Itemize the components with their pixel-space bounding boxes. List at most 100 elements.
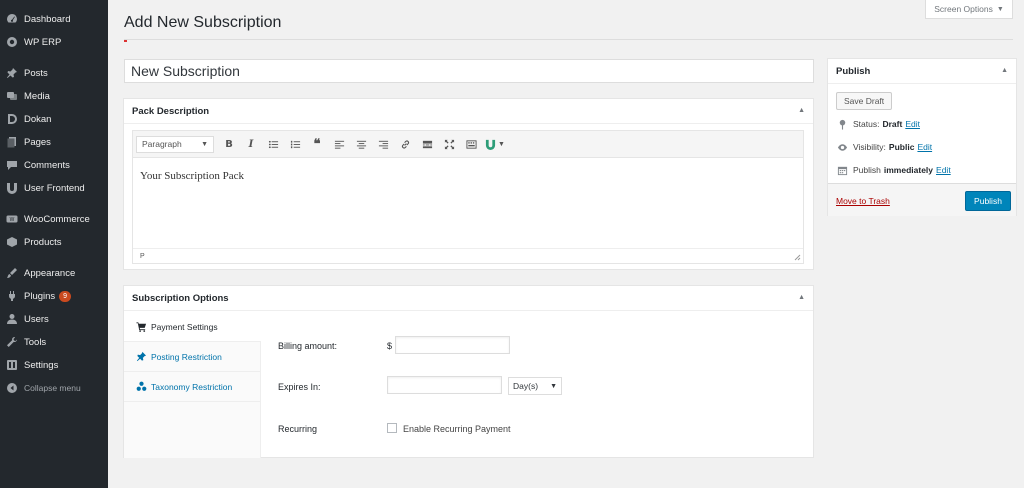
plugins-icon bbox=[6, 290, 18, 302]
currency-symbol: $ bbox=[387, 341, 393, 351]
format-select-value: Paragraph bbox=[142, 139, 182, 149]
status-row: Status: Draft Edit bbox=[836, 118, 920, 130]
status-label: Status: bbox=[853, 119, 880, 129]
title-divider bbox=[124, 39, 1013, 40]
expires-in-input[interactable] bbox=[387, 376, 502, 394]
svg-text:W: W bbox=[10, 217, 15, 223]
sidebar-item-plugins[interactable]: Plugins 9 bbox=[0, 285, 108, 307]
users-icon bbox=[6, 313, 18, 325]
page-title: Add New Subscription bbox=[124, 14, 282, 31]
link-icon[interactable] bbox=[394, 134, 416, 154]
bullet-list-icon[interactable] bbox=[262, 134, 284, 154]
publish-heading: Publish bbox=[836, 65, 871, 77]
sidebar-item-tools[interactable]: Tools bbox=[0, 331, 108, 353]
collapse-icon bbox=[6, 382, 18, 394]
sidebar-item-settings[interactable]: Settings bbox=[0, 354, 108, 376]
toolbar-toggle-icon[interactable] bbox=[460, 134, 482, 154]
status-value: Draft bbox=[882, 119, 903, 129]
tab-label: Payment Settings bbox=[151, 321, 218, 332]
editor-toolbar: Paragraph ▼ B I ❝ ▼ bbox=[133, 131, 803, 158]
publish-header[interactable]: Publish ▲ bbox=[828, 59, 1016, 84]
sidebar-item-appearance[interactable]: Appearance bbox=[0, 262, 108, 284]
resize-handle-icon[interactable] bbox=[794, 254, 801, 261]
pack-description-header[interactable]: Pack Description ▲ bbox=[124, 99, 813, 124]
sidebar-item-label: Dokan bbox=[24, 113, 52, 125]
sidebar-item-dokan[interactable]: Dokan bbox=[0, 108, 108, 130]
expires-unit-value: Day(s) bbox=[513, 381, 539, 391]
billing-amount-label: Billing amount: bbox=[278, 341, 338, 351]
enable-recurring-checkbox[interactable] bbox=[387, 423, 397, 433]
dokan-icon bbox=[6, 113, 18, 125]
expires-unit-select[interactable]: Day(s) ▼ bbox=[508, 377, 562, 395]
sidebar-item-label: Comments bbox=[24, 159, 70, 171]
woocommerce-icon: W bbox=[6, 213, 18, 225]
sidebar-item-products[interactable]: Products bbox=[0, 231, 108, 253]
align-center-icon[interactable] bbox=[350, 134, 372, 154]
tab-label: Posting Restriction bbox=[151, 351, 222, 362]
format-select[interactable]: Paragraph ▼ bbox=[136, 135, 214, 153]
comments-icon bbox=[6, 159, 18, 171]
align-right-icon[interactable] bbox=[372, 134, 394, 154]
calendar-icon bbox=[836, 164, 848, 176]
pin-icon bbox=[836, 118, 848, 130]
post-title-input[interactable] bbox=[124, 59, 814, 83]
editor-content[interactable]: Your Subscription Pack bbox=[133, 158, 803, 248]
sidebar-item-dashboard[interactable]: Dashboard bbox=[0, 8, 108, 30]
sidebar-item-label: Plugins bbox=[24, 290, 56, 302]
sidebar-item-label: Media bbox=[24, 90, 50, 102]
caret-down-icon: ▼ bbox=[996, 5, 1004, 13]
sidebar-item-label: Posts bbox=[24, 67, 48, 79]
italic-icon[interactable]: I bbox=[240, 134, 262, 154]
publish-button[interactable]: Publish bbox=[965, 191, 1011, 211]
sidebar-item-woocommerce[interactable]: W WooCommerce bbox=[0, 208, 108, 230]
sidebar-item-comments[interactable]: Comments bbox=[0, 154, 108, 176]
collapse-arrow-icon[interactable]: ▲ bbox=[1001, 67, 1008, 74]
publish-date-value: immediately bbox=[883, 165, 934, 175]
sidebar-item-wp-erp[interactable]: WP ERP bbox=[0, 31, 108, 53]
tab-posting-restriction[interactable]: Posting Restriction bbox=[124, 342, 260, 372]
tab-payment-settings[interactable]: Payment Settings bbox=[124, 312, 261, 342]
sidebar-item-posts[interactable]: Posts bbox=[0, 62, 108, 84]
tab-label: Taxonomy Restriction bbox=[151, 381, 233, 392]
bold-icon[interactable]: B bbox=[218, 134, 240, 154]
edit-visibility-link[interactable]: Edit bbox=[917, 142, 932, 152]
numbered-list-icon[interactable] bbox=[284, 134, 306, 154]
sidebar-item-label: WP ERP bbox=[24, 36, 62, 48]
fullscreen-icon[interactable] bbox=[438, 134, 460, 154]
collapse-arrow-icon[interactable]: ▲ bbox=[798, 294, 805, 301]
blockquote-icon[interactable]: ❝ bbox=[306, 134, 328, 154]
plugins-update-badge: 9 bbox=[59, 290, 72, 302]
subscription-options-header[interactable]: Subscription Options ▲ bbox=[124, 286, 813, 311]
billing-amount-input[interactable] bbox=[395, 336, 510, 354]
sidebar-item-label: Users bbox=[24, 313, 49, 325]
screen-options-button[interactable]: Screen Options ▼ bbox=[925, 0, 1013, 19]
collapse-arrow-icon[interactable]: ▲ bbox=[798, 107, 805, 114]
publish-date-row: Publish immediately Edit bbox=[836, 164, 951, 176]
edit-publish-date-link[interactable]: Edit bbox=[936, 165, 951, 175]
tools-icon bbox=[6, 336, 18, 348]
pack-description-box: Pack Description ▲ Paragraph ▼ B I ❝ ▼ Y… bbox=[123, 98, 814, 270]
enable-recurring-label[interactable]: Enable Recurring Payment bbox=[403, 424, 511, 434]
sidebar-item-label: User Frontend bbox=[24, 182, 85, 194]
rich-text-editor: Paragraph ▼ B I ❝ ▼ Your Subscription Pa… bbox=[132, 130, 804, 264]
read-more-icon[interactable] bbox=[416, 134, 438, 154]
subscription-tabs: Payment Settings Posting Restriction Tax… bbox=[124, 312, 261, 458]
align-left-icon[interactable] bbox=[328, 134, 350, 154]
tab-taxonomy-restriction[interactable]: Taxonomy Restriction bbox=[124, 372, 260, 402]
sidebar-item-media[interactable]: Media bbox=[0, 85, 108, 107]
collapse-menu-button[interactable]: Collapse menu bbox=[0, 377, 108, 399]
sidebar-item-user-frontend[interactable]: User Frontend bbox=[0, 177, 108, 199]
user-frontend-insert-icon[interactable]: ▼ bbox=[482, 134, 508, 154]
save-draft-button[interactable]: Save Draft bbox=[836, 92, 893, 110]
recurring-label: Recurring bbox=[278, 424, 318, 434]
move-to-trash-link[interactable]: Move to Trash bbox=[836, 196, 890, 206]
publish-date-label: Publish bbox=[853, 165, 881, 175]
erp-icon bbox=[6, 36, 18, 48]
pin-icon bbox=[6, 67, 18, 79]
publish-box: Publish ▲ Save Draft Status: Draft Edit … bbox=[827, 58, 1017, 216]
eye-icon bbox=[836, 141, 848, 153]
sidebar-item-users[interactable]: Users bbox=[0, 308, 108, 330]
edit-status-link[interactable]: Edit bbox=[905, 119, 920, 129]
sidebar-item-pages[interactable]: Pages bbox=[0, 131, 108, 153]
settings-icon bbox=[6, 359, 18, 371]
